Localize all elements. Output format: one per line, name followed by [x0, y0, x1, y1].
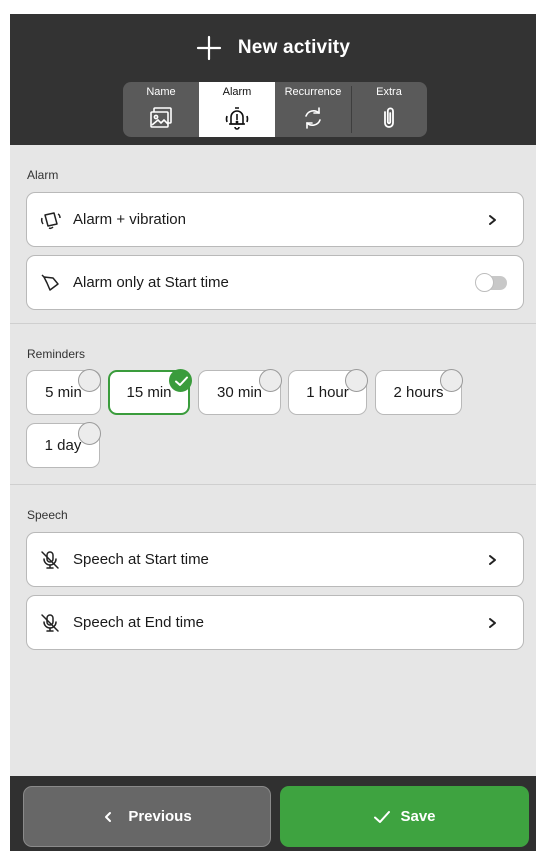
- tab-name-label: Name: [146, 86, 176, 98]
- title-row: New activity: [10, 32, 536, 64]
- speech-section-label: Speech: [27, 508, 68, 522]
- mic-off-icon: [41, 613, 59, 632]
- alarm-type-label: Alarm + vibration: [73, 211, 186, 228]
- alarm-type-row[interactable]: Alarm + vibration: [26, 192, 524, 247]
- tab-extra[interactable]: Extra: [351, 82, 427, 137]
- tab-recurrence-label: Recurrence: [284, 86, 342, 98]
- section-divider: [10, 323, 536, 324]
- reminder-chip-label: 5 min: [45, 384, 82, 401]
- paperclip-icon: [384, 107, 394, 128]
- vibrate-icon: [40, 211, 61, 229]
- speech-start-label: Speech at Start time: [73, 551, 209, 568]
- footer-bar: Previous Save: [10, 776, 536, 851]
- tab-recurrence[interactable]: Recurrence: [275, 82, 351, 137]
- alarm-section-label: Alarm: [27, 168, 59, 182]
- step-tabs: Name Alarm Recurrence Extra: [123, 82, 427, 137]
- screen-edge-left: [0, 0, 10, 851]
- bell-icon: [41, 273, 59, 291]
- tab-alarm[interactable]: Alarm: [199, 82, 275, 137]
- reminder-chip-label: 2 hours: [393, 384, 444, 401]
- speech-start-row[interactable]: Speech at Start time: [26, 532, 524, 587]
- reminder-chip-label: 1 hour: [306, 384, 349, 401]
- image-icon: [150, 107, 172, 128]
- alarm-bell-icon: [225, 107, 249, 130]
- section-divider: [10, 484, 536, 485]
- chevron-right-icon: [489, 214, 496, 225]
- chevron-right-icon: [489, 554, 496, 565]
- content-panel: Alarm Alarm + vibration Alarm only at St…: [10, 145, 536, 776]
- reminder-chip-label: 30 min: [216, 384, 263, 401]
- reminder-radio-2hours[interactable]: [440, 369, 463, 392]
- check-icon: [374, 810, 391, 823]
- mic-off-icon: [41, 550, 59, 569]
- check-icon: [175, 376, 188, 386]
- reminder-chip-label: 15 min: [126, 384, 172, 401]
- app-frame: New activity Name Alarm Recurrence Extra…: [0, 0, 536, 851]
- page-title: New activity: [237, 37, 351, 58]
- reminder-radio-30min[interactable]: [259, 369, 282, 392]
- reminder-radio-15min[interactable]: [169, 369, 192, 392]
- alarm-start-only-label: Alarm only at Start time: [73, 274, 229, 291]
- chevron-left-icon: [105, 811, 112, 822]
- tab-alarm-label: Alarm: [222, 86, 252, 98]
- save-button-label: Save: [400, 808, 436, 825]
- speech-end-row[interactable]: Speech at End time: [26, 595, 524, 650]
- previous-button[interactable]: Previous: [23, 786, 271, 847]
- plus-icon: [196, 35, 221, 61]
- save-button[interactable]: Save: [280, 786, 529, 847]
- reminder-chip-label: 1 day: [44, 437, 82, 454]
- tab-name[interactable]: Name: [123, 82, 199, 137]
- reminder-radio-5min[interactable]: [78, 369, 101, 392]
- alarm-start-only-toggle[interactable]: [475, 272, 507, 292]
- reminder-radio-1hour[interactable]: [345, 369, 368, 392]
- reminder-radio-1day[interactable]: [78, 422, 101, 445]
- tab-extra-label: Extra: [376, 86, 402, 98]
- header: New activity Name Alarm Recurrence Extra: [10, 14, 536, 145]
- repeat-icon: [305, 107, 321, 129]
- previous-button-label: Previous: [128, 808, 192, 825]
- speech-end-label: Speech at End time: [73, 614, 204, 631]
- reminders-section-label: Reminders: [27, 347, 86, 361]
- screen-edge-top: [0, 0, 536, 14]
- chevron-right-icon: [489, 617, 496, 628]
- toggle-knob: [475, 272, 494, 292]
- alarm-start-only-row[interactable]: Alarm only at Start time: [26, 255, 524, 310]
